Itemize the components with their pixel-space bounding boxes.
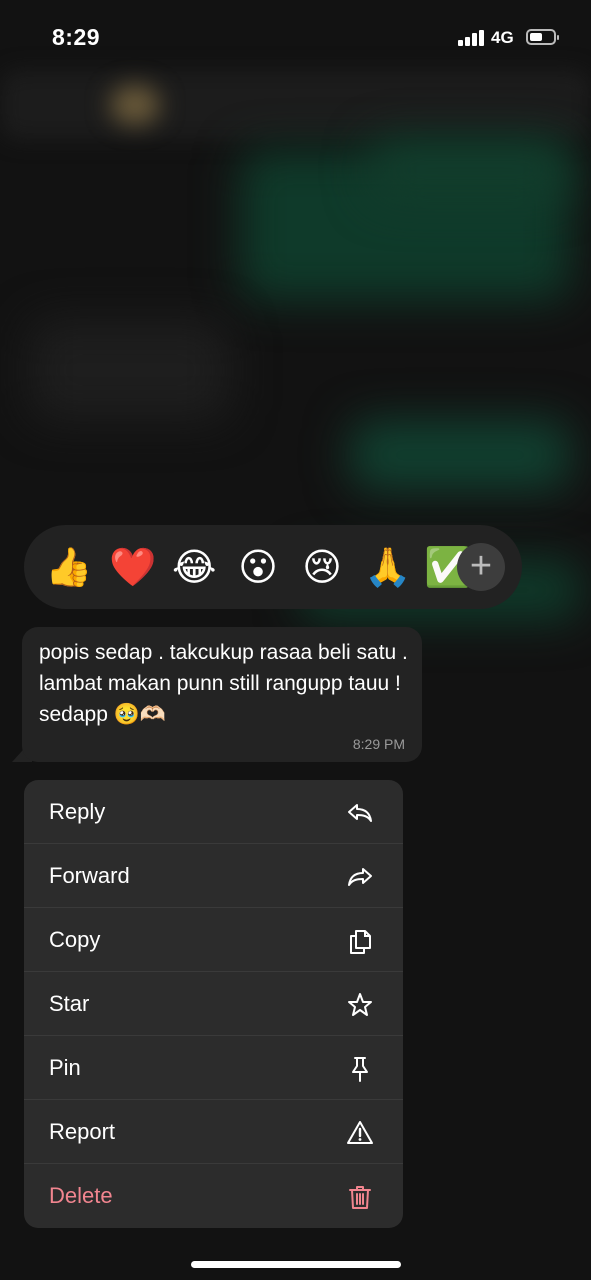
warning-icon <box>347 1121 373 1144</box>
signal-icon <box>458 30 484 46</box>
home-indicator[interactable] <box>191 1261 401 1268</box>
menu-item-copy[interactable]: Copy <box>24 908 403 972</box>
message-time: 8:29 PM <box>352 736 405 752</box>
reaction-surprised[interactable]: 😮 <box>236 545 280 589</box>
reaction-thumbs-up[interactable]: 👍 <box>45 545 92 589</box>
menu-item-delete[interactable]: Delete <box>24 1164 403 1228</box>
context-menu: Reply Forward Copy Star Pin Report Delet… <box>24 780 403 1228</box>
reaction-bar: 👍 ❤️ 😂 😮 😢 🙏 ✅ + <box>24 525 522 609</box>
copy-icon <box>350 930 371 954</box>
menu-item-forward[interactable]: Forward <box>24 844 403 908</box>
message-text: popis sedap . takcukup rasaa beli satu .… <box>39 641 408 726</box>
reaction-pray[interactable]: 🙏 <box>364 545 411 589</box>
star-icon <box>348 993 372 1016</box>
menu-item-reply[interactable]: Reply <box>24 780 403 844</box>
reaction-heart[interactable]: ❤️ <box>109 545 156 589</box>
more-reactions-button[interactable]: + <box>457 543 505 591</box>
menu-label-report: Report <box>49 1119 116 1144</box>
menu-label-copy: Copy <box>49 927 101 952</box>
network-type: 4G <box>491 28 514 47</box>
menu-item-pin[interactable]: Pin <box>24 1036 403 1100</box>
message-bubble[interactable]: popis sedap . takcukup rasaa beli satu .… <box>22 627 422 762</box>
reaction-laughing[interactable]: 😂 <box>172 545 216 589</box>
reaction-crying[interactable]: 😢 <box>300 545 344 589</box>
forward-icon <box>348 868 372 886</box>
menu-label-pin: Pin <box>49 1055 81 1080</box>
pin-icon <box>352 1057 368 1082</box>
menu-label-delete: Delete <box>49 1183 113 1208</box>
reply-icon <box>348 804 372 822</box>
menu-label-star: Star <box>49 991 90 1016</box>
battery-icon <box>526 29 559 45</box>
menu-label-forward: Forward <box>49 863 130 888</box>
status-bar: 8:29 4G <box>0 0 591 76</box>
menu-label-reply: Reply <box>49 799 106 824</box>
status-time: 8:29 <box>52 24 101 50</box>
trash-icon <box>349 1186 371 1209</box>
menu-item-star[interactable]: Star <box>24 972 403 1036</box>
menu-item-report[interactable]: Report <box>24 1100 403 1164</box>
